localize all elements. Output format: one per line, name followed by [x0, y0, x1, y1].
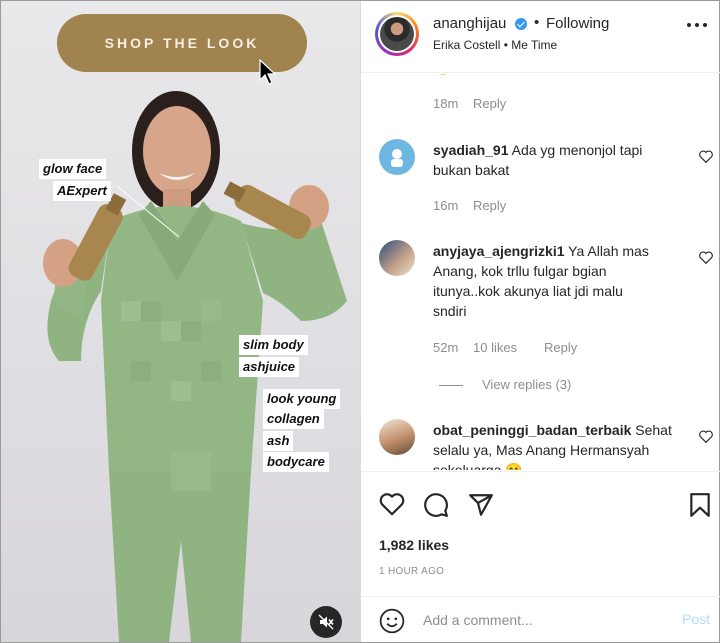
tag-ash: ash — [263, 431, 294, 451]
post-timestamp[interactable]: 1 HOUR AGO — [379, 566, 444, 577]
avatar[interactable] — [375, 12, 419, 56]
reply-button[interactable]: Reply — [473, 96, 506, 111]
comment-username[interactable]: syadiah_91 — [433, 142, 509, 158]
like-comment-heart-icon[interactable] — [699, 430, 713, 443]
cropped-emoji — [439, 74, 447, 75]
add-comment-bar: Post — [361, 596, 720, 642]
comment-time: 18m — [433, 96, 459, 111]
comments-list[interactable]: 18m Reply syadiah_91 Ada yg menonjol tap… — [361, 74, 720, 470]
cursor-arrow-icon — [259, 59, 277, 85]
post-header: ananghijau • Following Erika Costell • M… — [361, 1, 720, 73]
mute-icon — [318, 614, 334, 630]
like-comment-heart-icon[interactable] — [699, 251, 713, 264]
tag-glow-face: glow face — [39, 159, 107, 179]
tag-ashjuice: ashjuice — [239, 357, 300, 377]
comment-icon[interactable] — [423, 492, 449, 518]
comment-text: obat_peninggi_badan_terbaik Sehat selalu… — [433, 422, 672, 470]
post-actions: 1,982 likes 1 HOUR AGO — [361, 471, 720, 591]
tag-aexpert: AExpert — [53, 181, 111, 201]
model-photo — [43, 91, 347, 642]
more-options-icon[interactable] — [687, 23, 707, 29]
reply-button[interactable]: Reply — [473, 198, 506, 213]
avatar[interactable] — [379, 240, 415, 276]
comment-input[interactable] — [423, 609, 673, 631]
comment-text: anyjaya_ajengrizki1 Ya Allah mas Anang, … — [433, 243, 649, 319]
post-comment-button[interactable]: Post — [682, 611, 710, 627]
verified-icon — [515, 18, 527, 30]
avatar[interactable] — [379, 419, 415, 455]
view-replies-button[interactable]: View replies (3) — [482, 377, 571, 392]
likes-count[interactable]: 1,982 likes — [379, 537, 449, 553]
tag-look-young: look young — [263, 389, 341, 409]
emoji-icon[interactable] — [379, 608, 405, 634]
comment-time: 16m — [433, 198, 459, 213]
share-icon[interactable] — [468, 492, 494, 518]
tag-slim-body: slim body — [239, 335, 308, 355]
tag-collagen: collagen — [263, 409, 324, 429]
comment-time: 52m — [433, 340, 459, 355]
following-button[interactable]: Following — [546, 15, 609, 32]
tag-bodycare: bodycare — [263, 452, 329, 472]
post-media[interactable]: SHOP THE LOOK glow face AExpert slim bod… — [1, 1, 360, 642]
heart-icon[interactable] — [379, 492, 405, 516]
comment-text: syadiah_91 Ada yg menonjol tapi bukan ba… — [433, 142, 643, 178]
mute-button[interactable] — [310, 606, 342, 638]
bookmark-icon[interactable] — [689, 492, 711, 518]
comment-username[interactable]: obat_peninggi_badan_terbaik — [433, 422, 631, 438]
header-separator: • — [534, 14, 540, 31]
avatar[interactable] — [379, 139, 415, 175]
like-comment-heart-icon[interactable] — [699, 150, 713, 163]
comment-likes-count[interactable]: 10 likes — [473, 340, 517, 355]
reply-button[interactable]: Reply — [544, 340, 577, 355]
post-sidebar: ananghijau • Following Erika Costell • M… — [360, 1, 720, 642]
header-username[interactable]: ananghijau — [433, 15, 506, 32]
view-replies-line — [439, 385, 463, 386]
comment-username[interactable]: anyjaya_ajengrizki1 — [433, 243, 565, 259]
header-audio-subtitle[interactable]: Erika Costell • Me Time — [433, 38, 557, 52]
